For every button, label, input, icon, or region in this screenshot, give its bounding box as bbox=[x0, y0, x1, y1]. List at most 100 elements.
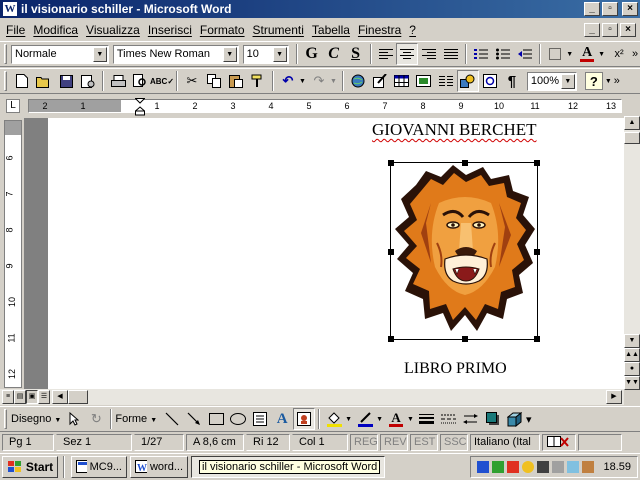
close-button[interactable]: × bbox=[622, 2, 638, 16]
menu-finestra[interactable]: Finestra bbox=[358, 23, 401, 37]
volume-icon[interactable] bbox=[552, 461, 565, 473]
rectangle-tool-button[interactable] bbox=[205, 408, 227, 430]
cut-button[interactable]: ✂ bbox=[181, 70, 203, 92]
clock[interactable]: 18.59 bbox=[603, 461, 631, 473]
columns-button[interactable] bbox=[435, 70, 457, 92]
chevron-down-icon[interactable]: ▼ bbox=[598, 51, 605, 58]
font-size-combo[interactable]: 10 ▼ bbox=[242, 44, 289, 64]
menu-visualizza[interactable]: Visualizza bbox=[86, 23, 140, 37]
wordart-button[interactable]: A bbox=[271, 408, 293, 430]
arrow-style-button[interactable] bbox=[460, 408, 482, 430]
minimize-button[interactable]: _ bbox=[584, 2, 600, 16]
scroll-left-button[interactable]: ◀ bbox=[52, 390, 68, 404]
open-button[interactable] bbox=[33, 70, 55, 92]
scroll-down-button[interactable]: ▼ bbox=[624, 334, 640, 348]
chevron-down-icon[interactable]: ▼ bbox=[92, 46, 107, 62]
line-style-button[interactable] bbox=[416, 408, 438, 430]
outline-view-button[interactable]: ☰ bbox=[38, 390, 50, 404]
modem-icon[interactable] bbox=[537, 461, 550, 473]
print-preview-button[interactable] bbox=[129, 70, 151, 92]
resize-handle[interactable] bbox=[534, 249, 540, 255]
chevron-down-icon[interactable]: ▼ bbox=[605, 78, 612, 85]
resize-handle[interactable] bbox=[388, 249, 394, 255]
status-section[interactable]: Sez 1 bbox=[56, 433, 132, 451]
toolbar-more-button[interactable]: ▾ bbox=[526, 413, 532, 426]
web-layout-button[interactable]: ▤ bbox=[14, 390, 26, 404]
document-subheading[interactable]: LIBRO PRIMO bbox=[404, 360, 507, 378]
horizontal-scroll-thumb[interactable] bbox=[68, 390, 88, 404]
borders-button[interactable] bbox=[544, 43, 566, 65]
resize-handle[interactable] bbox=[388, 160, 394, 166]
fill-color-button[interactable] bbox=[323, 408, 345, 430]
normal-view-button[interactable]: ≡ bbox=[2, 390, 14, 404]
shadow-button[interactable] bbox=[482, 408, 504, 430]
resize-handle[interactable] bbox=[534, 160, 540, 166]
doc-minimize-button[interactable]: _ bbox=[584, 23, 600, 37]
superscript-button[interactable]: x² bbox=[608, 43, 630, 65]
selected-picture[interactable] bbox=[388, 160, 540, 342]
copy-button[interactable] bbox=[203, 70, 225, 92]
next-page-button[interactable]: ▼▼ bbox=[624, 376, 640, 390]
free-rotate-button[interactable]: ↻ bbox=[85, 408, 107, 430]
line-tool-button[interactable] bbox=[161, 408, 183, 430]
menu-help[interactable]: ? bbox=[409, 23, 416, 37]
spelling-status[interactable] bbox=[542, 433, 576, 451]
menu-inserisci[interactable]: Inserisci bbox=[148, 23, 192, 37]
vertical-ruler[interactable]: 6 7 8 9 10 11 12 bbox=[4, 120, 22, 388]
draw-menu-button[interactable]: Disegno ▼ bbox=[11, 413, 61, 425]
select-objects-button[interactable] bbox=[63, 408, 85, 430]
toolbar-more-button[interactable]: » bbox=[612, 70, 622, 92]
arrow-tool-button[interactable] bbox=[183, 408, 205, 430]
scheduler-icon[interactable] bbox=[507, 461, 520, 473]
resize-handle[interactable] bbox=[462, 160, 468, 166]
print-button[interactable] bbox=[107, 70, 129, 92]
chevron-down-icon[interactable]: ▼ bbox=[272, 46, 287, 62]
resize-handle[interactable] bbox=[462, 336, 468, 342]
maximize-button[interactable]: ▫ bbox=[602, 2, 618, 16]
bullets-button[interactable] bbox=[492, 43, 514, 65]
previous-page-button[interactable]: ▲▲ bbox=[624, 348, 640, 362]
autoshapes-menu-button[interactable]: Forme ▼ bbox=[115, 413, 157, 425]
office-assistant-button[interactable]: ? bbox=[584, 72, 603, 90]
insert-excel-button[interactable] bbox=[413, 70, 435, 92]
status-language[interactable]: Italiano (Ital bbox=[470, 433, 540, 451]
mail-recipient-button[interactable] bbox=[77, 70, 99, 92]
document-heading[interactable]: GIOVANNI BERCHET bbox=[372, 120, 537, 140]
doc-close-button[interactable]: × bbox=[620, 23, 636, 37]
decrease-indent-button[interactable] bbox=[514, 43, 536, 65]
menu-strumenti[interactable]: Strumenti bbox=[253, 23, 304, 37]
scroll-thumb[interactable] bbox=[624, 132, 640, 144]
new-document-button[interactable] bbox=[11, 70, 33, 92]
taskbar-item-word[interactable]: W word... bbox=[130, 456, 188, 478]
status-extend-selection[interactable]: EST bbox=[410, 433, 438, 451]
justify-button[interactable] bbox=[440, 43, 462, 65]
redo-button[interactable]: ↷ bbox=[308, 70, 330, 92]
scroll-up-button[interactable]: ▲ bbox=[624, 116, 640, 130]
resize-handle[interactable] bbox=[534, 336, 540, 342]
chevron-down-icon[interactable]: ▼ bbox=[222, 46, 237, 62]
status-page[interactable]: Pg 1 bbox=[2, 433, 54, 451]
tray-app-icon[interactable] bbox=[582, 461, 595, 473]
toolbar-grip[interactable] bbox=[4, 44, 7, 64]
taskbar-item-mc9[interactable]: MC9... bbox=[71, 456, 127, 478]
taskbar-item-active-document[interactable]: W il visionario schiller - Microsoft Wor… bbox=[191, 456, 385, 478]
menu-modifica[interactable]: Modifica bbox=[33, 23, 78, 37]
chevron-down-icon[interactable]: ▼ bbox=[330, 78, 337, 85]
chevron-down-icon[interactable]: ▼ bbox=[566, 51, 573, 58]
oval-tool-button[interactable] bbox=[227, 408, 249, 430]
display-icon[interactable] bbox=[522, 461, 535, 473]
antivirus-icon[interactable] bbox=[492, 461, 505, 473]
ruler-track[interactable]: 2 1 1 2 3 4 5 6 7 8 9 10 11 12 13 bbox=[28, 98, 622, 116]
keyboard-icon[interactable] bbox=[567, 461, 580, 473]
status-track-changes[interactable]: REV bbox=[380, 433, 408, 451]
indent-marker-icon[interactable] bbox=[135, 98, 145, 116]
chevron-down-icon[interactable]: ▼ bbox=[345, 416, 352, 423]
menu-tabella[interactable]: Tabella bbox=[312, 23, 350, 37]
spelling-button[interactable]: ABC✓ bbox=[150, 70, 174, 92]
status-macro-recorder[interactable]: REG bbox=[350, 433, 378, 451]
toolbar-grip[interactable] bbox=[4, 409, 7, 429]
menu-file[interactable]: File bbox=[6, 23, 25, 37]
document-map-button[interactable] bbox=[479, 70, 501, 92]
chevron-down-icon[interactable]: ▼ bbox=[407, 416, 414, 423]
horizontal-ruler[interactable]: L 2 1 1 2 3 4 5 6 7 8 9 10 11 12 13 bbox=[0, 96, 640, 116]
